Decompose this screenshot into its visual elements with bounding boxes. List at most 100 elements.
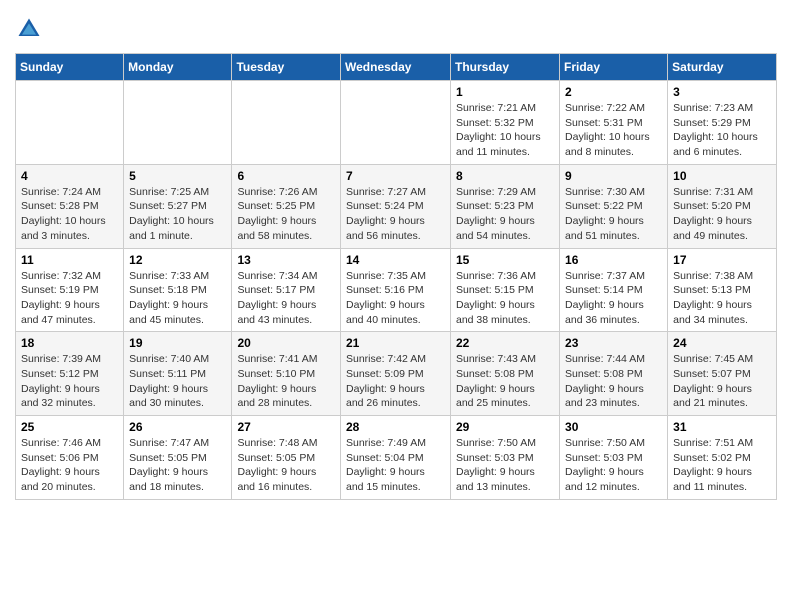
day-number: 2 <box>565 85 662 99</box>
calendar-week-row: 25 Sunrise: 7:46 AMSunset: 5:06 PMDayligh… <box>16 416 777 500</box>
day-info: Sunrise: 7:40 AMSunset: 5:11 PMDaylight:… <box>129 352 226 411</box>
day-number: 1 <box>456 85 554 99</box>
calendar-week-row: 4Sunrise: 7:24 AMSunset: 5:28 PMDaylight… <box>16 164 777 248</box>
calendar-cell: 15 Sunrise: 7:36 AMSunset: 5:15 PMDayligh… <box>451 248 560 332</box>
day-number: 24 <box>673 336 771 350</box>
day-info: Sunrise: 7:45 AMSunset: 5:07 PMDaylight:… <box>673 352 771 411</box>
calendar-header-monday: Monday <box>124 54 232 81</box>
day-info: Sunrise: 7:34 AMSunset: 5:17 PMDaylight:… <box>237 269 335 328</box>
day-number: 3 <box>673 85 771 99</box>
day-number: 13 <box>237 253 335 267</box>
day-info: Sunrise: 7:43 AMSunset: 5:08 PMDaylight:… <box>456 352 554 411</box>
day-info: Sunrise: 7:25 AMSunset: 5:27 PMDaylight:… <box>129 185 226 244</box>
day-info: Sunrise: 7:50 AMSunset: 5:03 PMDaylight:… <box>456 436 554 495</box>
day-info: Sunrise: 7:23 AMSunset: 5:29 PMDaylight:… <box>673 101 771 160</box>
day-number: 28 <box>346 420 445 434</box>
day-number: 31 <box>673 420 771 434</box>
calendar-cell: 12 Sunrise: 7:33 AMSunset: 5:18 PMDayligh… <box>124 248 232 332</box>
calendar-cell: 19 Sunrise: 7:40 AMSunset: 5:11 PMDayligh… <box>124 332 232 416</box>
day-info: Sunrise: 7:32 AMSunset: 5:19 PMDaylight:… <box>21 269 118 328</box>
calendar-header-row: SundayMondayTuesdayWednesdayThursdayFrid… <box>16 54 777 81</box>
calendar-cell <box>341 81 451 165</box>
calendar-cell: 13 Sunrise: 7:34 AMSunset: 5:17 PMDayligh… <box>232 248 341 332</box>
calendar-cell <box>16 81 124 165</box>
calendar-cell: 21Sunrise: 7:42 AMSunset: 5:09 PMDayligh… <box>341 332 451 416</box>
calendar-cell: 8 Sunrise: 7:29 AMSunset: 5:23 PMDaylight… <box>451 164 560 248</box>
calendar-cell: 3 Sunrise: 7:23 AMSunset: 5:29 PMDaylight… <box>668 81 777 165</box>
day-info: Sunrise: 7:37 AMSunset: 5:14 PMDaylight:… <box>565 269 662 328</box>
calendar-cell: 5Sunrise: 7:25 AMSunset: 5:27 PMDaylight… <box>124 164 232 248</box>
calendar-week-row: 1 Sunrise: 7:21 AMSunset: 5:32 PMDaylight… <box>16 81 777 165</box>
day-info: Sunrise: 7:39 AMSunset: 5:12 PMDaylight:… <box>21 352 118 411</box>
calendar-cell: 30 Sunrise: 7:50 AMSunset: 5:03 PMDayligh… <box>560 416 668 500</box>
calendar-header-tuesday: Tuesday <box>232 54 341 81</box>
day-number: 29 <box>456 420 554 434</box>
calendar-cell: 10 Sunrise: 7:31 AMSunset: 5:20 PMDayligh… <box>668 164 777 248</box>
calendar-cell: 7 Sunrise: 7:27 AMSunset: 5:24 PMDaylight… <box>341 164 451 248</box>
calendar-cell <box>232 81 341 165</box>
day-number: 9 <box>565 169 662 183</box>
day-number: 7 <box>346 169 445 183</box>
day-info: Sunrise: 7:22 AMSunset: 5:31 PMDaylight:… <box>565 101 662 160</box>
calendar-cell: 23 Sunrise: 7:44 AMSunset: 5:08 PMDayligh… <box>560 332 668 416</box>
day-number: 14 <box>346 253 445 267</box>
day-info: Sunrise: 7:30 AMSunset: 5:22 PMDaylight:… <box>565 185 662 244</box>
calendar-header-saturday: Saturday <box>668 54 777 81</box>
calendar-body: 1 Sunrise: 7:21 AMSunset: 5:32 PMDaylight… <box>16 81 777 500</box>
calendar-cell: 24 Sunrise: 7:45 AMSunset: 5:07 PMDayligh… <box>668 332 777 416</box>
day-number: 25 <box>21 420 118 434</box>
day-info: Sunrise: 7:24 AMSunset: 5:28 PMDaylight:… <box>21 185 118 244</box>
day-number: 19 <box>129 336 226 350</box>
day-info: Sunrise: 7:35 AMSunset: 5:16 PMDaylight:… <box>346 269 445 328</box>
day-number: 11 <box>21 253 118 267</box>
day-number: 21 <box>346 336 445 350</box>
day-info: Sunrise: 7:51 AMSunset: 5:02 PMDaylight:… <box>673 436 771 495</box>
day-info: Sunrise: 7:29 AMSunset: 5:23 PMDaylight:… <box>456 185 554 244</box>
day-info: Sunrise: 7:27 AMSunset: 5:24 PMDaylight:… <box>346 185 445 244</box>
day-number: 27 <box>237 420 335 434</box>
day-number: 8 <box>456 169 554 183</box>
day-info: Sunrise: 7:44 AMSunset: 5:08 PMDaylight:… <box>565 352 662 411</box>
calendar-cell: 4Sunrise: 7:24 AMSunset: 5:28 PMDaylight… <box>16 164 124 248</box>
calendar-cell: 6Sunrise: 7:26 AMSunset: 5:25 PMDaylight… <box>232 164 341 248</box>
day-number: 16 <box>565 253 662 267</box>
day-info: Sunrise: 7:31 AMSunset: 5:20 PMDaylight:… <box>673 185 771 244</box>
day-number: 17 <box>673 253 771 267</box>
calendar-cell: 22 Sunrise: 7:43 AMSunset: 5:08 PMDayligh… <box>451 332 560 416</box>
day-info: Sunrise: 7:21 AMSunset: 5:32 PMDaylight:… <box>456 101 554 160</box>
calendar-cell: 9 Sunrise: 7:30 AMSunset: 5:22 PMDaylight… <box>560 164 668 248</box>
page-header <box>15 15 777 43</box>
day-number: 22 <box>456 336 554 350</box>
day-number: 18 <box>21 336 118 350</box>
day-number: 10 <box>673 169 771 183</box>
calendar-cell: 14 Sunrise: 7:35 AMSunset: 5:16 PMDayligh… <box>341 248 451 332</box>
day-info: Sunrise: 7:50 AMSunset: 5:03 PMDaylight:… <box>565 436 662 495</box>
day-info: Sunrise: 7:38 AMSunset: 5:13 PMDaylight:… <box>673 269 771 328</box>
day-number: 23 <box>565 336 662 350</box>
day-info: Sunrise: 7:33 AMSunset: 5:18 PMDaylight:… <box>129 269 226 328</box>
day-number: 12 <box>129 253 226 267</box>
calendar-cell: 17 Sunrise: 7:38 AMSunset: 5:13 PMDayligh… <box>668 248 777 332</box>
calendar-cell: 27 Sunrise: 7:48 AMSunset: 5:05 PMDayligh… <box>232 416 341 500</box>
day-number: 26 <box>129 420 226 434</box>
logo <box>15 15 47 43</box>
calendar-cell: 28 Sunrise: 7:49 AMSunset: 5:04 PMDayligh… <box>341 416 451 500</box>
day-info: Sunrise: 7:47 AMSunset: 5:05 PMDaylight:… <box>129 436 226 495</box>
calendar-cell: 11 Sunrise: 7:32 AMSunset: 5:19 PMDayligh… <box>16 248 124 332</box>
day-number: 6 <box>237 169 335 183</box>
day-info: Sunrise: 7:48 AMSunset: 5:05 PMDaylight:… <box>237 436 335 495</box>
day-info: Sunrise: 7:41 AMSunset: 5:10 PMDaylight:… <box>237 352 335 411</box>
logo-icon <box>15 15 43 43</box>
day-info: Sunrise: 7:46 AMSunset: 5:06 PMDaylight:… <box>21 436 118 495</box>
day-info: Sunrise: 7:36 AMSunset: 5:15 PMDaylight:… <box>456 269 554 328</box>
calendar-header-thursday: Thursday <box>451 54 560 81</box>
day-number: 15 <box>456 253 554 267</box>
day-number: 30 <box>565 420 662 434</box>
calendar-cell <box>124 81 232 165</box>
day-number: 20 <box>237 336 335 350</box>
calendar-cell: 20 Sunrise: 7:41 AMSunset: 5:10 PMDayligh… <box>232 332 341 416</box>
calendar-cell: 2 Sunrise: 7:22 AMSunset: 5:31 PMDaylight… <box>560 81 668 165</box>
day-info: Sunrise: 7:49 AMSunset: 5:04 PMDaylight:… <box>346 436 445 495</box>
calendar-cell: 31 Sunrise: 7:51 AMSunset: 5:02 PMDayligh… <box>668 416 777 500</box>
calendar-cell: 25 Sunrise: 7:46 AMSunset: 5:06 PMDayligh… <box>16 416 124 500</box>
